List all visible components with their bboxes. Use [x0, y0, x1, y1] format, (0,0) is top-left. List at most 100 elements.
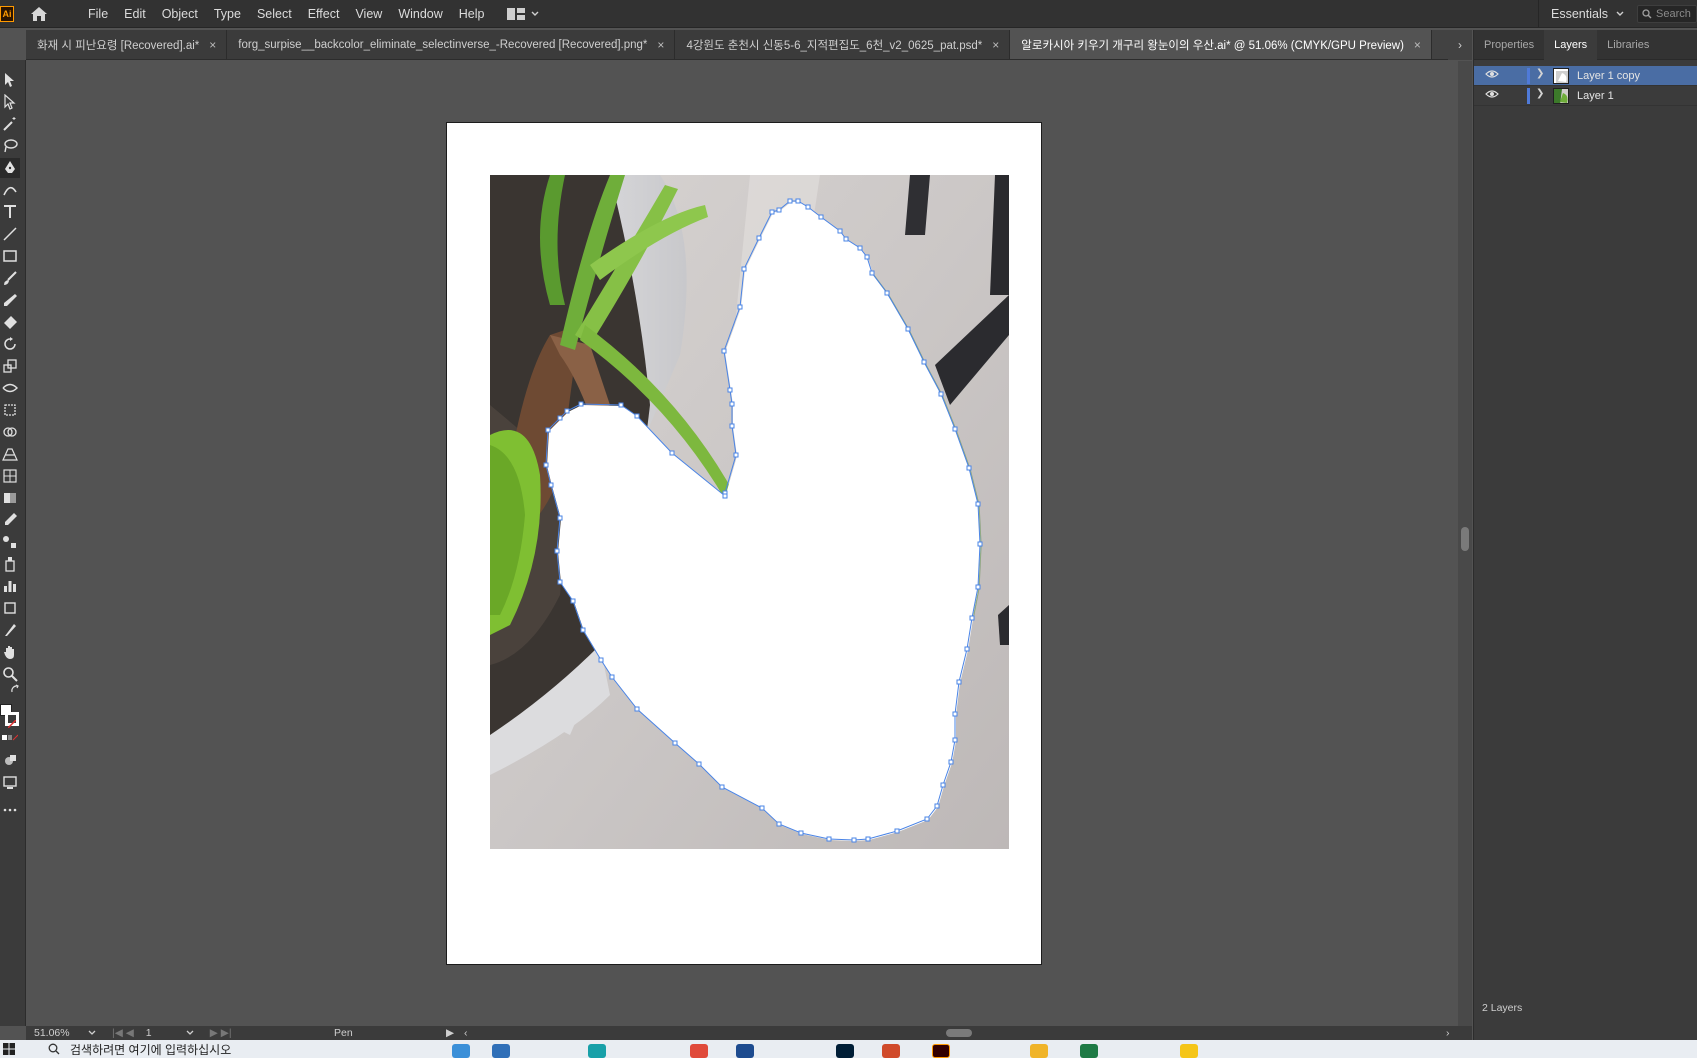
magic-wand-tool-icon[interactable] [0, 114, 20, 134]
artboard-tool-icon[interactable] [0, 598, 20, 618]
horizontal-scrollbar-thumb[interactable] [946, 1029, 972, 1037]
chevron-right-icon[interactable]: ❯ [1536, 88, 1544, 99]
canvas[interactable] [27, 61, 1472, 1026]
first-artboard-icon[interactable]: |◀ ◀ [112, 1027, 134, 1039]
type-tool-icon[interactable] [0, 202, 20, 222]
plant-photo-image [490, 175, 1009, 849]
close-icon[interactable]: × [657, 38, 664, 52]
gradient-tool-icon[interactable] [0, 488, 20, 508]
eraser-tool-icon[interactable] [0, 312, 20, 332]
tab-libraries[interactable]: Libraries [1597, 30, 1659, 60]
more-tools-icon[interactable] [0, 800, 20, 820]
search-icon[interactable] [48, 1043, 60, 1055]
eye-icon[interactable] [1485, 69, 1499, 79]
store-icon[interactable] [492, 1044, 510, 1058]
windows-start-icon[interactable] [0, 1040, 18, 1058]
selection-tool-icon[interactable] [0, 70, 20, 90]
menu-window[interactable]: Window [390, 0, 450, 28]
next-artboard-icon[interactable]: ▶ ▶| [210, 1027, 232, 1039]
layer-row[interactable]: ❯ Layer 1 copy [1474, 66, 1697, 86]
draw-mode-icon[interactable] [0, 750, 20, 770]
scroll-left-icon[interactable]: ‹ [464, 1026, 468, 1040]
menu-type[interactable]: Type [206, 0, 249, 28]
mesh-tool-icon[interactable] [0, 466, 20, 486]
chevron-down-icon[interactable] [186, 1030, 194, 1036]
pencil-tool-icon[interactable] [0, 290, 20, 310]
excel-icon[interactable] [1080, 1044, 1098, 1058]
chevron-down-icon [1616, 11, 1624, 16]
lasso-tool-icon[interactable] [0, 136, 20, 156]
pen-tool-icon[interactable] [0, 158, 20, 178]
line-tool-icon[interactable] [0, 224, 20, 244]
tab-properties[interactable]: Properties [1474, 30, 1544, 60]
symbol-sprayer-tool-icon[interactable] [0, 554, 20, 574]
paintbrush-tool-icon[interactable] [0, 268, 20, 288]
file-explorer-icon[interactable] [1030, 1044, 1048, 1058]
swap-colors-icon[interactable] [10, 684, 22, 696]
width-tool-icon[interactable] [0, 378, 20, 398]
scale-tool-icon[interactable] [0, 356, 20, 376]
artboard[interactable] [446, 122, 1042, 965]
layer-row[interactable]: ❯ Layer 1 [1474, 86, 1697, 106]
zoom-level-field[interactable]: 51.06% [34, 1027, 88, 1039]
photoshop-icon[interactable] [836, 1044, 854, 1058]
menu-select[interactable]: Select [249, 0, 300, 28]
hand-tool-icon[interactable] [0, 642, 20, 662]
placed-photo[interactable] [490, 175, 1009, 849]
menu-view[interactable]: View [347, 0, 390, 28]
eyedropper-tool-icon[interactable] [0, 510, 20, 530]
tab-layers[interactable]: Layers [1544, 29, 1598, 60]
doc-tab[interactable]: 화재 시 피난요령 [Recovered].ai* × [26, 30, 228, 59]
blend-tool-icon[interactable] [0, 532, 20, 552]
arrange-documents-button[interactable] [506, 7, 539, 20]
rectangle-tool-icon[interactable] [0, 246, 20, 266]
workspace-switcher[interactable]: Essentials [1538, 0, 1624, 28]
slice-tool-icon[interactable] [0, 620, 20, 640]
powerpoint-icon[interactable] [882, 1044, 900, 1058]
stroke-color-swatch[interactable] [5, 712, 19, 729]
edge-icon[interactable] [452, 1044, 470, 1058]
menu-edit[interactable]: Edit [116, 0, 154, 28]
chrome-icon[interactable] [690, 1044, 708, 1058]
rotate-tool-icon[interactable] [0, 334, 20, 354]
chevron-right-icon[interactable]: ❯ [1536, 68, 1544, 79]
close-icon[interactable]: × [1414, 38, 1421, 52]
vertical-scrollbar[interactable] [1458, 61, 1472, 1026]
scroll-right-icon[interactable]: › [1446, 1026, 1450, 1040]
app-icon[interactable] [1180, 1044, 1198, 1058]
app-icon[interactable] [588, 1044, 606, 1058]
column-graph-tool-icon[interactable] [0, 576, 20, 596]
taskbar-search-input[interactable]: 검색하려면 여기에 입력하십시오 [70, 1041, 231, 1058]
doc-tab[interactable]: 4강원도 춘천시 신동5-6_지적편집도_6천_v2_0625_pat.psd*… [675, 30, 1011, 59]
app-icon[interactable] [736, 1044, 754, 1058]
menu-object[interactable]: Object [154, 0, 206, 28]
chevron-down-icon[interactable] [88, 1030, 96, 1036]
menu-help[interactable]: Help [451, 0, 493, 28]
layer-color-indicator [1527, 88, 1530, 104]
free-transform-tool-icon[interactable] [0, 400, 20, 420]
doc-tab-active[interactable]: 알로카시아 키우기 개구리 왕눈이의 우산.ai* @ 51.06% (CMYK… [1010, 30, 1432, 59]
color-mode-icons[interactable] [0, 732, 20, 744]
artboard-number-field[interactable]: 1 [146, 1027, 186, 1039]
screen-mode-icon[interactable] [0, 772, 20, 792]
shape-builder-tool-icon[interactable] [0, 422, 20, 442]
menu-file[interactable]: File [80, 0, 116, 28]
close-icon[interactable]: × [209, 38, 216, 52]
document-tabs: 화재 시 피난요령 [Recovered].ai* × forg_surpise… [26, 30, 1472, 60]
zoom-tool-icon[interactable] [0, 664, 20, 684]
status-menu-icon[interactable]: ▶ [446, 1026, 454, 1040]
search-input[interactable]: Search [1637, 5, 1697, 23]
home-icon[interactable] [28, 3, 50, 25]
close-icon[interactable]: × [992, 38, 999, 52]
doc-tab-label: 알로카시아 키우기 개구리 왕눈이의 우산.ai* @ 51.06% (CMYK… [1021, 39, 1404, 52]
scrollbar-thumb[interactable] [1461, 527, 1469, 551]
direct-selection-tool-icon[interactable] [0, 92, 20, 112]
search-placeholder: Search [1656, 8, 1691, 20]
perspective-grid-tool-icon[interactable] [0, 444, 20, 464]
eye-icon[interactable] [1485, 89, 1499, 99]
menu-effect[interactable]: Effect [300, 0, 348, 28]
curvature-tool-icon[interactable] [0, 180, 20, 200]
tab-overflow-button[interactable]: › [1448, 30, 1472, 60]
illustrator-icon[interactable] [932, 1044, 950, 1058]
doc-tab[interactable]: forg_surpise__backcolor_eliminate_select… [227, 30, 676, 59]
